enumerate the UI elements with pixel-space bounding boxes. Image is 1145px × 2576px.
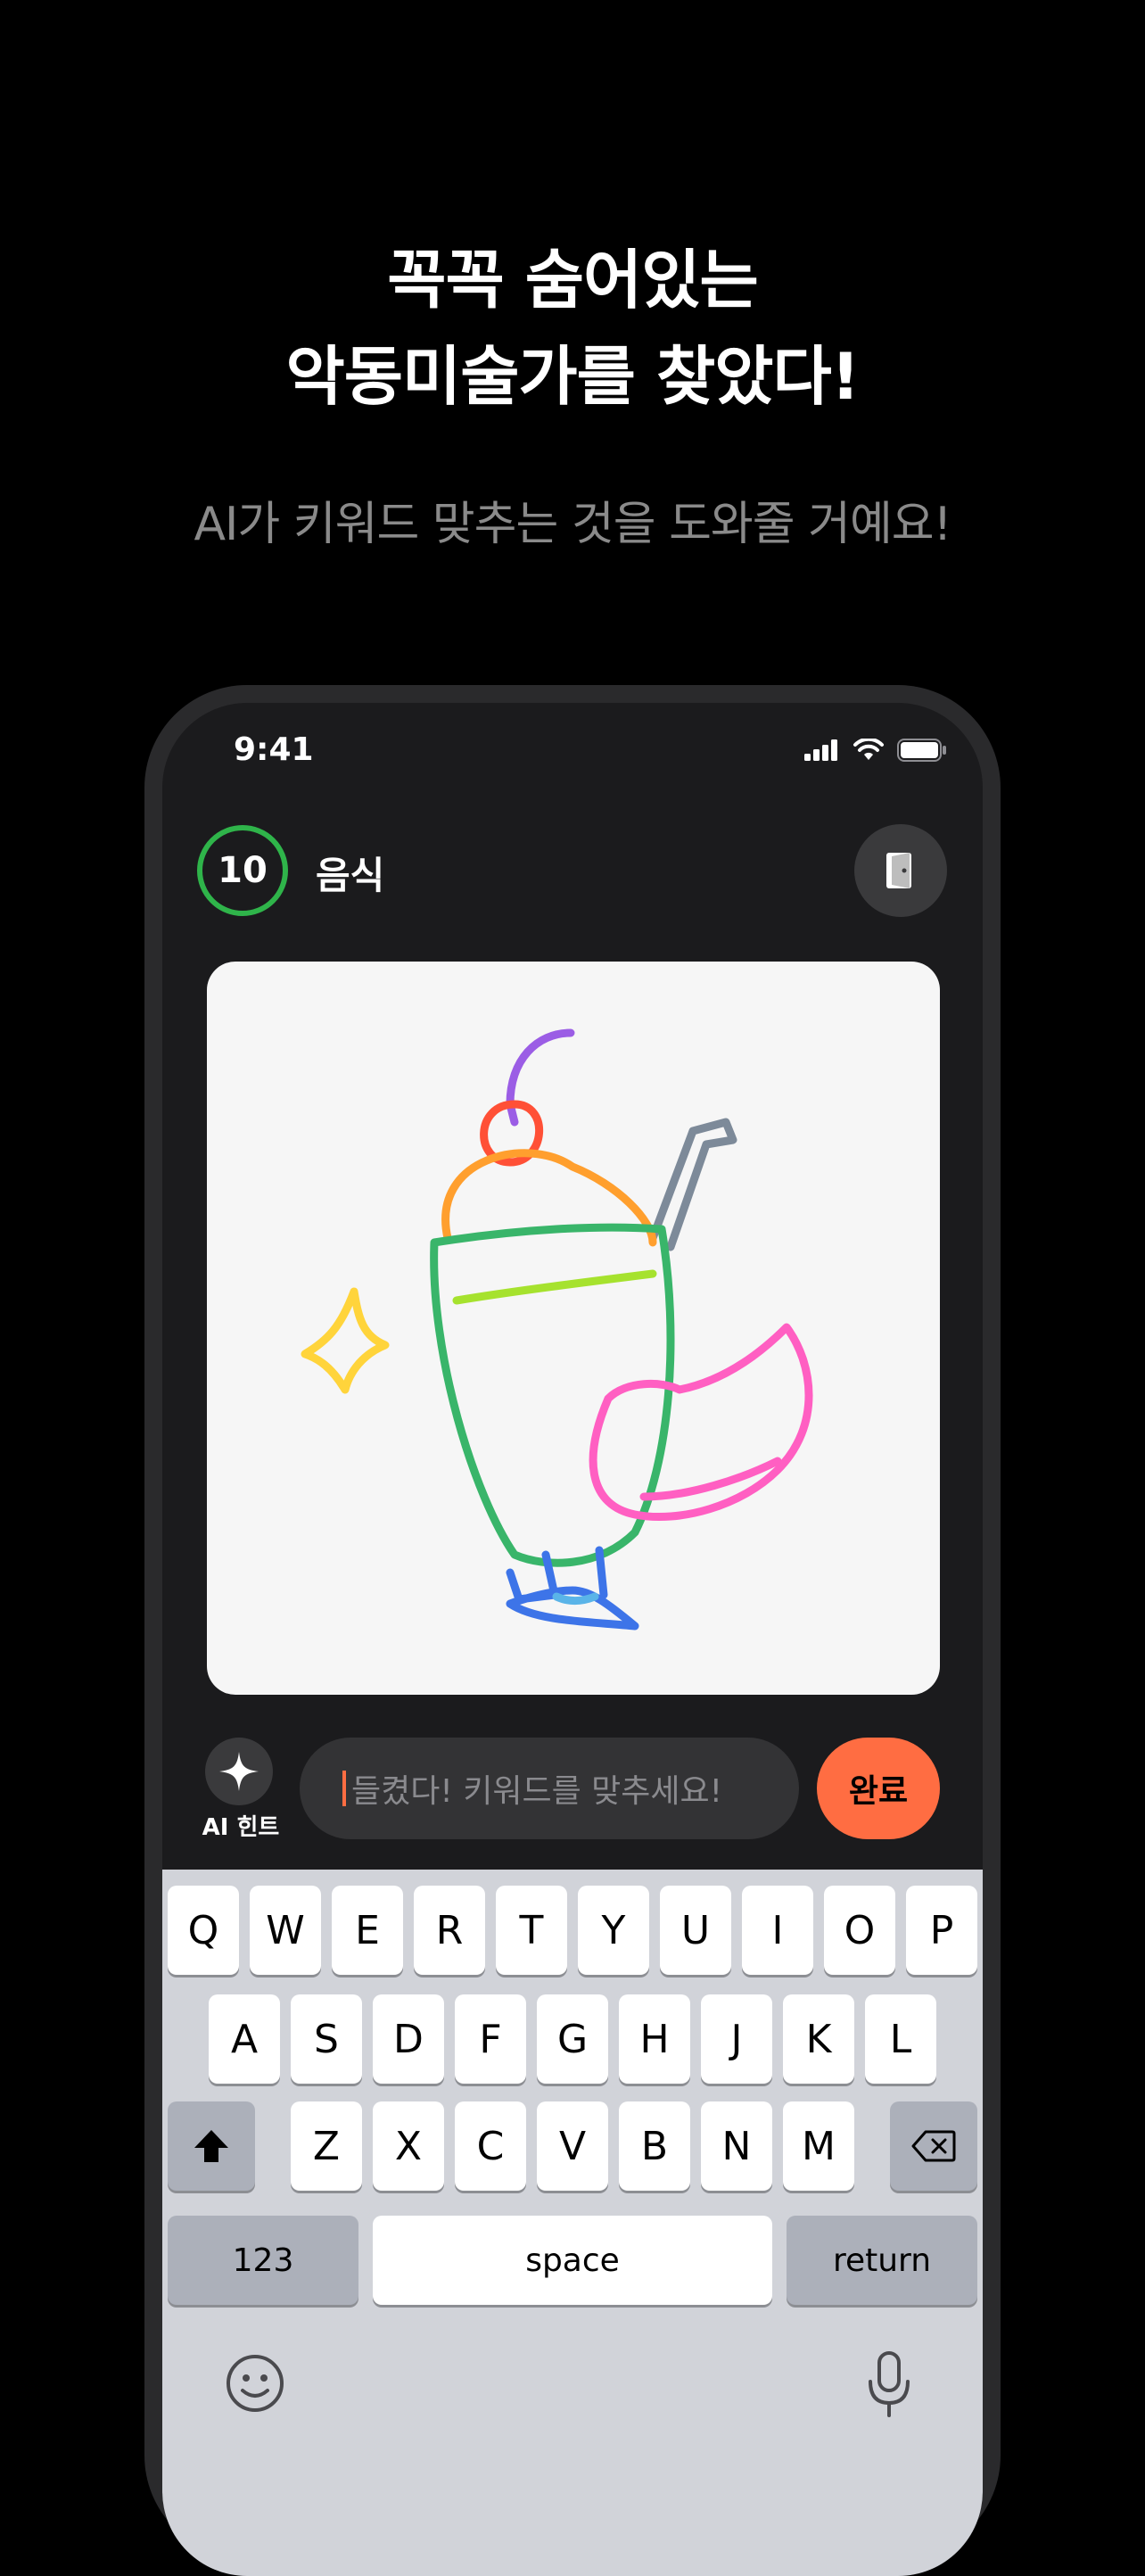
key-t[interactable]: T xyxy=(496,1886,567,1975)
status-time: 9:41 xyxy=(234,731,314,768)
return-key[interactable]: return xyxy=(787,2216,977,2305)
keyboard: QWERTYUIOP ASDFGHJKL ZXCVBNM 123 space r… xyxy=(162,1870,983,2576)
numbers-key[interactable]: 123 xyxy=(168,2216,358,2305)
key-i[interactable]: I xyxy=(742,1886,813,1975)
ai-hint-button[interactable] xyxy=(205,1738,273,1805)
key-e[interactable]: E xyxy=(332,1886,403,1975)
promo-subline: AI가 키워드 맞추는 것을 도와줄 거예요! xyxy=(194,498,951,551)
key-n[interactable]: N xyxy=(701,2101,772,2191)
microphone-icon xyxy=(869,2351,910,2417)
text-caret xyxy=(342,1771,346,1806)
key-d[interactable]: D xyxy=(373,1994,444,2084)
key-c[interactable]: C xyxy=(455,2101,526,2191)
phone-screen: 9:41 10 음식 AI 힌트 들켰다! 키워드를 맞추세요! 완료 Q W … xyxy=(162,703,983,2576)
stroke-base-ring xyxy=(552,1592,599,1605)
backspace-key[interactable] xyxy=(890,2101,977,2191)
sparkle-icon xyxy=(219,1752,259,1791)
promo-headline: 꼭꼭 숨어있는 악동미술가를 찾았다! xyxy=(0,232,1145,425)
key-u[interactable]: U xyxy=(660,1886,731,1975)
key-h[interactable]: H xyxy=(619,1994,690,2084)
shift-key[interactable] xyxy=(168,2101,255,2191)
stroke-glass-line xyxy=(452,1269,657,1305)
headline-line-2: 악동미술가를 찾았다! xyxy=(285,339,860,414)
timer-value: 10 xyxy=(218,850,268,891)
round-timer: 10 xyxy=(196,824,289,917)
key-m[interactable]: M xyxy=(783,2101,854,2191)
key-l[interactable]: L xyxy=(865,1994,936,2084)
guess-placeholder: 들켰다! 키워드를 맞추세요! xyxy=(351,1773,723,1810)
microphone-button[interactable] xyxy=(867,2351,911,2419)
key-p[interactable]: P xyxy=(906,1886,977,1975)
key-x[interactable]: X xyxy=(373,2101,444,2191)
status-icons xyxy=(804,739,947,762)
exit-door-icon xyxy=(886,853,911,888)
backspace-icon xyxy=(911,2130,956,2162)
signal-icon xyxy=(804,739,837,761)
wifi-icon xyxy=(853,739,884,760)
key-z[interactable]: Z xyxy=(291,2101,362,2191)
drawing-canvas[interactable] xyxy=(207,962,940,1695)
key-a[interactable]: A xyxy=(209,1994,280,2084)
exit-button[interactable] xyxy=(854,824,947,917)
key-g[interactable]: G xyxy=(537,1994,608,2084)
shift-icon xyxy=(194,2130,228,2162)
key-r[interactable]: R xyxy=(414,1886,485,1975)
key-s[interactable]: S xyxy=(291,1994,362,2084)
emoji-button[interactable] xyxy=(223,2351,287,2415)
key-f[interactable]: F xyxy=(455,1994,526,2084)
key-o[interactable]: O xyxy=(824,1886,895,1975)
key-k[interactable]: K xyxy=(783,1994,854,2084)
emoji-icon xyxy=(227,2355,284,2412)
battery-icon xyxy=(897,739,946,762)
key-q[interactable]: Q xyxy=(168,1886,239,1975)
key-j[interactable]: J xyxy=(701,1994,772,2084)
key-w[interactable]: W xyxy=(250,1886,321,1975)
ai-hint-label: AI 힌트 xyxy=(202,1814,280,1841)
drawing-milkshake xyxy=(301,1028,813,1631)
key-v[interactable]: V xyxy=(537,2101,608,2191)
stroke-sparkle xyxy=(301,1287,390,1394)
key-b[interactable]: B xyxy=(619,2101,690,2191)
category-label: 음식 xyxy=(316,854,385,897)
key-y[interactable]: Y xyxy=(578,1886,649,1975)
stroke-cherry-stem xyxy=(506,1028,575,1127)
keyword-guess-input[interactable]: 들켰다! 키워드를 맞추세요! xyxy=(300,1738,799,1839)
headline-line-1: 꼭꼭 숨어있는 xyxy=(387,243,759,318)
space-key[interactable]: space xyxy=(373,2216,772,2305)
done-button[interactable]: 완료 xyxy=(817,1738,940,1839)
